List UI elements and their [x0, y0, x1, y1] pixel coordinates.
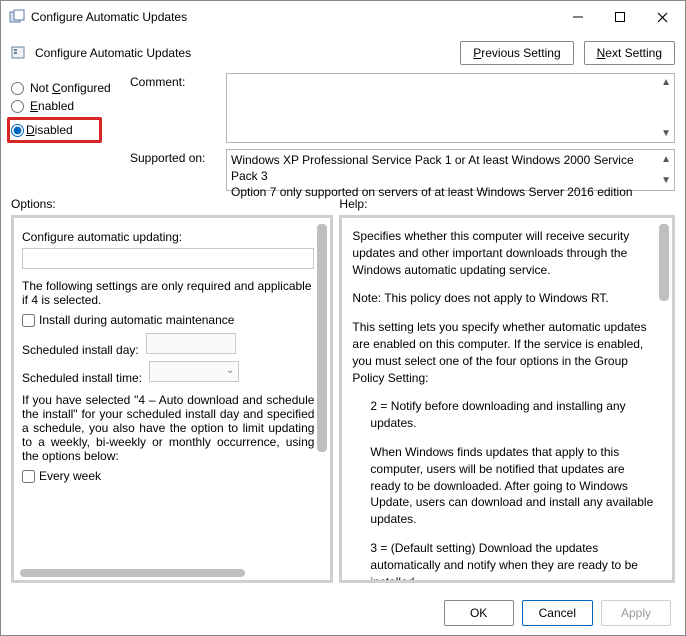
help-text: 2 = Notify before downloading and instal… — [352, 398, 654, 432]
apply-button[interactable]: Apply — [601, 600, 671, 626]
help-text: 3 = (Default setting) Download the updat… — [352, 540, 654, 583]
options-hscrollbar[interactable] — [20, 569, 324, 577]
help-text: Specifies whether this computer will rec… — [352, 228, 654, 278]
close-button[interactable] — [641, 3, 683, 31]
sched-day-row: Scheduled install day: — [22, 333, 314, 357]
window-title: Configure Automatic Updates — [31, 10, 557, 24]
comment-textarea[interactable]: ▲ ▼ — [226, 73, 675, 143]
scroll-up-icon[interactable]: ▲ — [661, 153, 671, 167]
maximize-button[interactable] — [599, 3, 641, 31]
radio-not-configured[interactable]: Not Configured — [11, 81, 126, 95]
previous-setting-button[interactable]: Previous Setting — [460, 41, 573, 65]
policy-title: Configure Automatic Updates — [35, 46, 452, 60]
minimize-button[interactable] — [557, 3, 599, 31]
scroll-up-icon[interactable]: ▲ — [661, 77, 671, 88]
ok-button[interactable]: OK — [444, 600, 514, 626]
radio-enabled-input[interactable] — [11, 100, 24, 113]
help-text: This setting lets you specify whether au… — [352, 319, 654, 386]
every-week-checkbox[interactable]: Every week — [22, 469, 314, 483]
policy-state-area: Not Configured Enabled Disabled Comment:… — [1, 73, 685, 197]
help-vscrollbar[interactable] — [659, 224, 669, 574]
supported-label: Supported on: — [130, 149, 218, 165]
options-note: The following settings are only required… — [22, 279, 314, 307]
radio-not-configured-input[interactable] — [11, 82, 24, 95]
options-paragraph: If you have selected "4 – Auto download … — [22, 393, 314, 463]
help-pane: Specifies whether this computer will rec… — [339, 215, 675, 583]
radio-enabled[interactable]: Enabled — [11, 99, 126, 113]
comment-label: Comment: — [130, 73, 218, 89]
policy-icon — [11, 45, 27, 61]
scroll-down-icon[interactable]: ▼ — [661, 128, 671, 139]
options-pane: Configure automatic updating: The follow… — [11, 215, 333, 583]
scroll-down-icon[interactable]: ▼ — [661, 174, 671, 188]
app-icon — [9, 9, 25, 25]
sched-day-dropdown[interactable] — [146, 333, 236, 354]
chevron-down-icon: ⌄ — [226, 365, 234, 376]
supported-on-text: Windows XP Professional Service Pack 1 o… — [226, 149, 675, 191]
next-setting-button[interactable]: Next Setting — [584, 41, 675, 65]
cancel-button[interactable]: Cancel — [522, 600, 593, 626]
radio-disabled-input[interactable] — [11, 124, 24, 137]
options-vscrollbar[interactable] — [317, 224, 327, 574]
install-maintenance-checkbox[interactable]: Install during automatic maintenance — [22, 313, 314, 327]
sched-time-dropdown[interactable]: ⌄ — [149, 361, 239, 382]
policy-header: Configure Automatic Updates Previous Set… — [1, 33, 685, 73]
help-text: When Windows finds updates that apply to… — [352, 444, 654, 528]
title-bar: Configure Automatic Updates — [1, 1, 685, 33]
radio-disabled-highlight: Disabled — [7, 117, 102, 143]
gpedit-dialog-window: Configure Automatic Updates Configure Au… — [0, 0, 686, 636]
help-text: Note: This policy does not apply to Wind… — [352, 290, 654, 307]
configure-updating-label: Configure automatic updating: — [22, 230, 314, 244]
configure-updating-dropdown[interactable] — [22, 248, 314, 269]
sched-time-row: Scheduled install time: ⌄ — [22, 361, 314, 385]
dialog-footer: OK Cancel Apply — [1, 591, 685, 635]
